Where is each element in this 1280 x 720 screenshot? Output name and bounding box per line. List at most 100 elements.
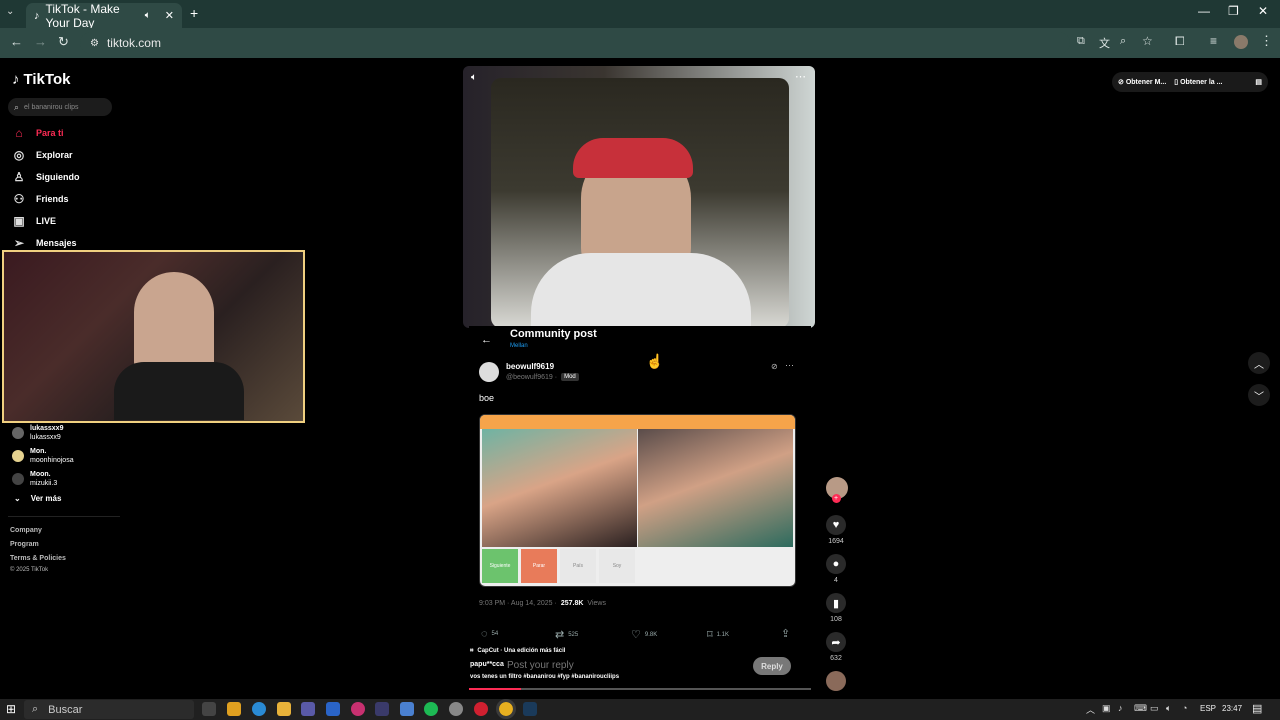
following-item[interactable]: Moon. mizukii.3 [12, 470, 57, 488]
footer-link[interactable]: Terms & Policies [10, 555, 66, 562]
nav-explore[interactable]: ◎ Explorar [12, 148, 73, 162]
capcut-label[interactable]: ⌗ CapCut · Una edición más fácil [470, 648, 565, 655]
like-button[interactable]: ♡ 9.8K [631, 628, 657, 641]
notifications-icon[interactable]: ▤ [1252, 702, 1262, 715]
following-item[interactable]: Mon. moonhinojosa [12, 447, 74, 465]
app-icon[interactable] [375, 702, 389, 716]
browser-tab-bar: ⌄ ♪ TikTok - Make Your Day 🔈︎ ✕ + — ❐ ✕ [0, 0, 1280, 30]
repost-button[interactable]: ⇄ 525 [555, 628, 578, 641]
bookmark-star-icon[interactable]: ☆ [1142, 34, 1153, 48]
app-icon[interactable] [400, 702, 414, 716]
translate-icon[interactable]: 文 [1099, 35, 1110, 51]
reply-submit-button[interactable]: Reply [753, 657, 791, 675]
spotify-icon[interactable] [424, 702, 438, 716]
repost-icon: ⇄ [555, 629, 565, 641]
edge-icon[interactable] [252, 702, 266, 716]
avatar[interactable] [479, 362, 499, 382]
browser-tab[interactable]: ♪ TikTok - Make Your Day 🔈︎ ✕ [26, 2, 182, 30]
clock[interactable]: 23:47 [1222, 704, 1242, 713]
footer-link[interactable]: Company [10, 527, 42, 534]
see-more-button[interactable]: ⌄ Ver más [14, 494, 61, 503]
volume-icon[interactable]: 🔈︎ [1166, 703, 1171, 714]
zoom-icon[interactable]: ⌕ [1120, 35, 1126, 48]
tab-audio-icon[interactable]: 🔈︎ [145, 10, 151, 21]
tiktok-logo[interactable]: ♪ TikTok [12, 71, 70, 88]
sound-disc[interactable] [826, 671, 846, 691]
more-options-icon[interactable]: ⋯ [795, 70, 806, 83]
file-explorer-icon[interactable] [277, 702, 291, 716]
get-coins-button[interactable]: ⊘ Obtener M... [1118, 78, 1166, 86]
video-player[interactable]: 🔈︎ ⋯ [463, 66, 815, 328]
embed-country-button: País [560, 549, 596, 583]
tab-search-icon[interactable]: ⌄ [6, 6, 14, 17]
task-view-icon[interactable] [202, 702, 216, 716]
search-icon: ⌕ [14, 101, 20, 112]
messages-icon[interactable]: ▤ [1255, 78, 1262, 86]
mouse-cursor-icon: ☝ [646, 353, 664, 369]
rail-comment[interactable]: ● 4 [826, 554, 846, 584]
next-video-button[interactable]: ﹀ [1248, 384, 1270, 406]
nav-messages[interactable]: ➢ Mensajes [12, 236, 77, 250]
site-info-icon[interactable]: ⚙ [90, 38, 99, 49]
nav-for-you[interactable]: ⌂ Para ti [12, 126, 63, 140]
new-tab-button[interactable]: + [190, 5, 198, 21]
media-control-icon[interactable]: ≡ [1210, 34, 1217, 48]
windows-start-icon[interactable]: ⊞ [6, 702, 16, 716]
nav-following[interactable]: ♙ Siguiendo [12, 170, 80, 184]
steam-icon[interactable] [523, 702, 537, 716]
rail-share[interactable]: ➦ 632 [826, 632, 846, 662]
app-icon[interactable] [351, 702, 365, 716]
volume-icon[interactable]: 🔈︎ [471, 72, 477, 83]
back-icon[interactable]: ← [10, 34, 23, 49]
microphone-icon[interactable]: ♪ [1118, 703, 1123, 713]
reply-input[interactable]: Post your reply [507, 660, 574, 671]
avatar [12, 427, 24, 439]
outlook-icon[interactable] [326, 702, 340, 716]
rail-save[interactable]: ▮ 108 [826, 593, 846, 623]
bookmark-button[interactable]: ⌑ 1.1K [707, 628, 729, 641]
share-icon[interactable]: ⇪ [781, 627, 790, 640]
back-arrow-icon[interactable]: ← [481, 334, 492, 346]
search-icon: ⌕ [32, 703, 39, 715]
nav-friends[interactable]: ⚇ Friends [12, 192, 69, 206]
reply-button[interactable]: ◌ 54 [481, 628, 498, 640]
wifi-icon[interactable]: ◔ [1182, 703, 1187, 713]
install-app-icon[interactable]: ⧉ [1077, 35, 1085, 48]
chrome-icon[interactable] [496, 699, 516, 719]
close-window-button[interactable]: ✕ [1258, 4, 1268, 18]
taskbar-search[interactable]: ⌕ Buscar [24, 700, 194, 719]
forward-icon[interactable]: → [34, 34, 47, 49]
maximize-button[interactable]: ❐ [1228, 4, 1239, 18]
post-more-icon[interactable]: ⋯ [785, 360, 794, 371]
following-item[interactable]: lukassxx9 lukassxx9 [12, 424, 63, 442]
url-field[interactable]: ⚙ tiktok.com [80, 32, 1070, 54]
profile-avatar[interactable] [1234, 35, 1248, 49]
tray-icon[interactable]: ▣ [1102, 703, 1111, 714]
post-username[interactable]: beowulf9619 [506, 362, 554, 371]
store-icon[interactable] [301, 702, 315, 716]
network-icon[interactable]: ⌨ [1134, 703, 1147, 714]
copilot-icon[interactable] [227, 702, 241, 716]
extensions-icon[interactable]: ⧠ [1175, 34, 1185, 49]
post-image[interactable]: Siguiente Parar País Soy [479, 414, 796, 587]
tray-chevron-icon[interactable]: ︿ [1086, 703, 1095, 716]
grok-icon[interactable]: ⊘ [771, 362, 778, 371]
creator-avatar[interactable]: + [826, 477, 848, 503]
battery-icon[interactable]: ▭ [1150, 703, 1159, 714]
post-subheader[interactable]: Mellan [510, 343, 528, 349]
search-box[interactable]: ⌕ el bananirou clips [8, 98, 112, 116]
video-frame [491, 78, 789, 328]
menu-icon[interactable]: ⋮ [1260, 33, 1273, 49]
app-icon[interactable] [474, 702, 488, 716]
language-indicator[interactable]: ESP [1200, 704, 1216, 713]
app-icon[interactable] [449, 702, 463, 716]
nav-live[interactable]: ▣ LIVE [12, 214, 56, 228]
reload-icon[interactable]: ↻ [58, 34, 69, 50]
tab-close-icon[interactable]: ✕ [157, 9, 182, 22]
follow-plus-icon[interactable]: + [831, 494, 841, 503]
footer-link[interactable]: Program [10, 541, 39, 548]
minimize-button[interactable]: — [1198, 4, 1210, 18]
previous-video-button[interactable]: ︿ [1248, 352, 1270, 374]
rail-like[interactable]: ♥ 1694 [826, 515, 846, 545]
get-app-button[interactable]: ▯ Obtener la ... [1174, 78, 1222, 86]
